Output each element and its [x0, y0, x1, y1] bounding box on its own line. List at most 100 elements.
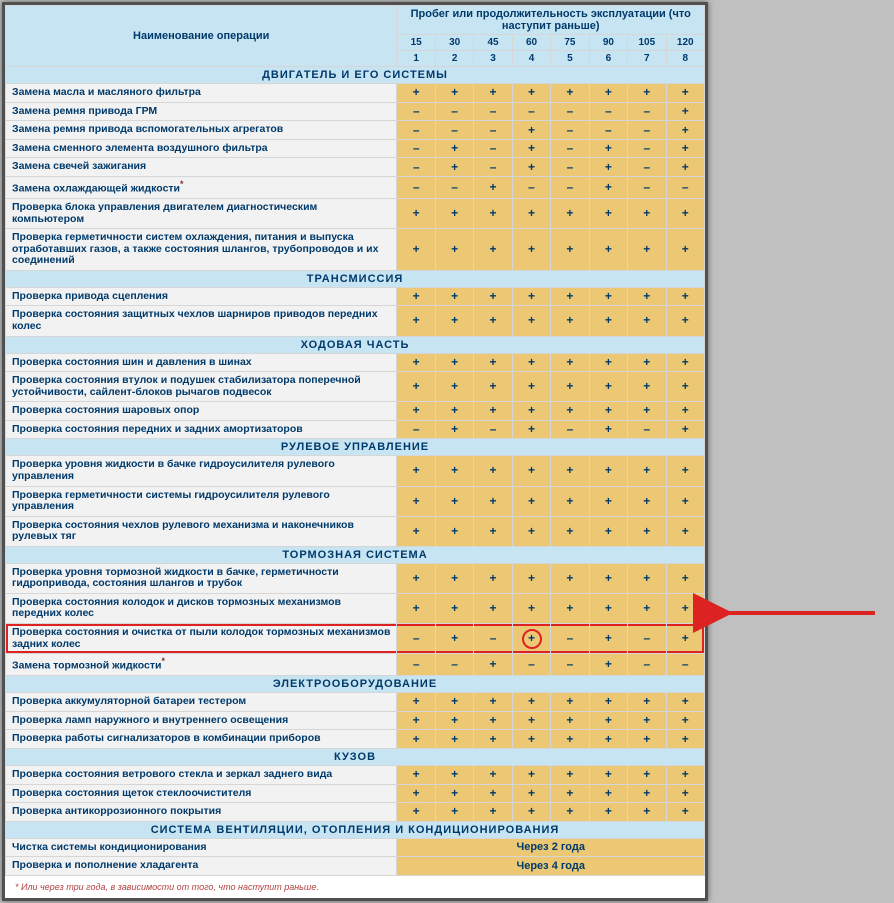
interval-cell: + — [435, 229, 473, 271]
interval-cell: – — [551, 102, 589, 121]
operation-name: Проверка состояния щеток стеклоочистител… — [6, 784, 397, 803]
interval-cell: + — [589, 456, 627, 486]
interval-cell: + — [474, 693, 512, 712]
interval-cell: + — [551, 402, 589, 421]
interval-cell: + — [435, 803, 473, 822]
interval-cell: – — [435, 121, 473, 140]
interval-text: Через 4 года — [397, 857, 705, 876]
interval-cell: + — [666, 784, 704, 803]
interval-cell: – — [551, 121, 589, 140]
interval-cell: + — [397, 229, 435, 271]
interval-cell: + — [666, 372, 704, 402]
interval-cell: – — [589, 121, 627, 140]
interval-cell: – — [551, 420, 589, 439]
interval-cell: – — [474, 624, 512, 654]
interval-cell: + — [628, 711, 666, 730]
interval-cell: + — [628, 486, 666, 516]
interval-cell: + — [628, 563, 666, 593]
interval-cell: + — [628, 730, 666, 749]
section-header: КУЗОВ — [6, 748, 705, 765]
interval-cell: + — [435, 199, 473, 229]
interval-cell: – — [397, 102, 435, 121]
interval-cell: – — [551, 624, 589, 654]
interval-cell: + — [474, 287, 512, 306]
interval-cell: + — [551, 229, 589, 271]
interval-cell: + — [474, 803, 512, 822]
operation-name: Проверка состояния шаровых опор — [6, 402, 397, 421]
interval-cell: + — [628, 287, 666, 306]
interval-cell: + — [397, 516, 435, 546]
header-year: 4 — [512, 51, 550, 67]
operation-name: Проверка состояния и очистка от пыли кол… — [6, 624, 397, 654]
operation-name: Замена ремня привода ГРМ — [6, 102, 397, 121]
interval-cell: + — [512, 199, 550, 229]
interval-cell: + — [397, 287, 435, 306]
interval-cell: + — [551, 593, 589, 623]
interval-cell: – — [512, 102, 550, 121]
interval-cell: + — [666, 456, 704, 486]
header-year: 5 — [551, 51, 589, 67]
operation-name: Проверка уровня тормозной жидкости в бач… — [6, 563, 397, 593]
interval-cell: + — [589, 287, 627, 306]
interval-cell: – — [628, 139, 666, 158]
interval-cell: + — [512, 353, 550, 372]
interval-cell: + — [512, 624, 550, 654]
interval-cell: + — [589, 693, 627, 712]
interval-cell: + — [589, 765, 627, 784]
interval-cell: – — [551, 158, 589, 177]
interval-cell: + — [551, 711, 589, 730]
interval-cell: + — [435, 516, 473, 546]
interval-cell: + — [397, 84, 435, 103]
interval-cell: + — [397, 199, 435, 229]
interval-cell: + — [512, 306, 550, 336]
interval-cell: + — [435, 353, 473, 372]
interval-cell: + — [551, 199, 589, 229]
interval-cell: + — [666, 563, 704, 593]
interval-cell: + — [397, 306, 435, 336]
interval-cell: + — [397, 372, 435, 402]
interval-cell: + — [435, 306, 473, 336]
interval-cell: + — [589, 784, 627, 803]
interval-cell: – — [397, 420, 435, 439]
interval-cell: + — [666, 84, 704, 103]
header-year: 3 — [474, 51, 512, 67]
interval-cell: – — [397, 177, 435, 199]
interval-cell: + — [512, 784, 550, 803]
interval-cell: – — [628, 102, 666, 121]
interval-cell: + — [474, 199, 512, 229]
interval-cell: + — [589, 803, 627, 822]
interval-cell: + — [435, 563, 473, 593]
interval-cell: – — [474, 158, 512, 177]
interval-cell: + — [589, 516, 627, 546]
interval-cell: + — [551, 730, 589, 749]
interval-cell: + — [666, 139, 704, 158]
interval-cell: + — [435, 456, 473, 486]
interval-cell: – — [628, 654, 666, 676]
interval-cell: + — [474, 730, 512, 749]
interval-cell: – — [512, 654, 550, 676]
interval-cell: + — [551, 563, 589, 593]
interval-cell: + — [474, 402, 512, 421]
interval-cell: + — [666, 711, 704, 730]
interval-cell: + — [435, 784, 473, 803]
operation-name: Замена тормозной жидкости* — [6, 654, 397, 676]
interval-cell: – — [512, 177, 550, 199]
interval-cell: – — [474, 139, 512, 158]
section-header: ТОРМОЗНАЯ СИСТЕМА — [6, 546, 705, 563]
interval-cell: + — [397, 593, 435, 623]
operation-name: Замена свечей зажигания — [6, 158, 397, 177]
interval-cell: – — [628, 177, 666, 199]
operation-name: Замена масла и масляного фильтра — [6, 84, 397, 103]
interval-cell: + — [628, 693, 666, 712]
interval-cell: + — [435, 287, 473, 306]
interval-cell: + — [551, 372, 589, 402]
interval-cell: + — [512, 420, 550, 439]
interval-cell: + — [589, 402, 627, 421]
interval-cell: + — [435, 693, 473, 712]
interval-cell: – — [474, 420, 512, 439]
interval-cell: + — [397, 765, 435, 784]
operation-name: Замена охлаждающей жидкости* — [6, 177, 397, 199]
section-header: ЭЛЕКТРООБОРУДОВАНИЕ — [6, 676, 705, 693]
interval-cell: + — [551, 287, 589, 306]
header-year: 2 — [435, 51, 473, 67]
